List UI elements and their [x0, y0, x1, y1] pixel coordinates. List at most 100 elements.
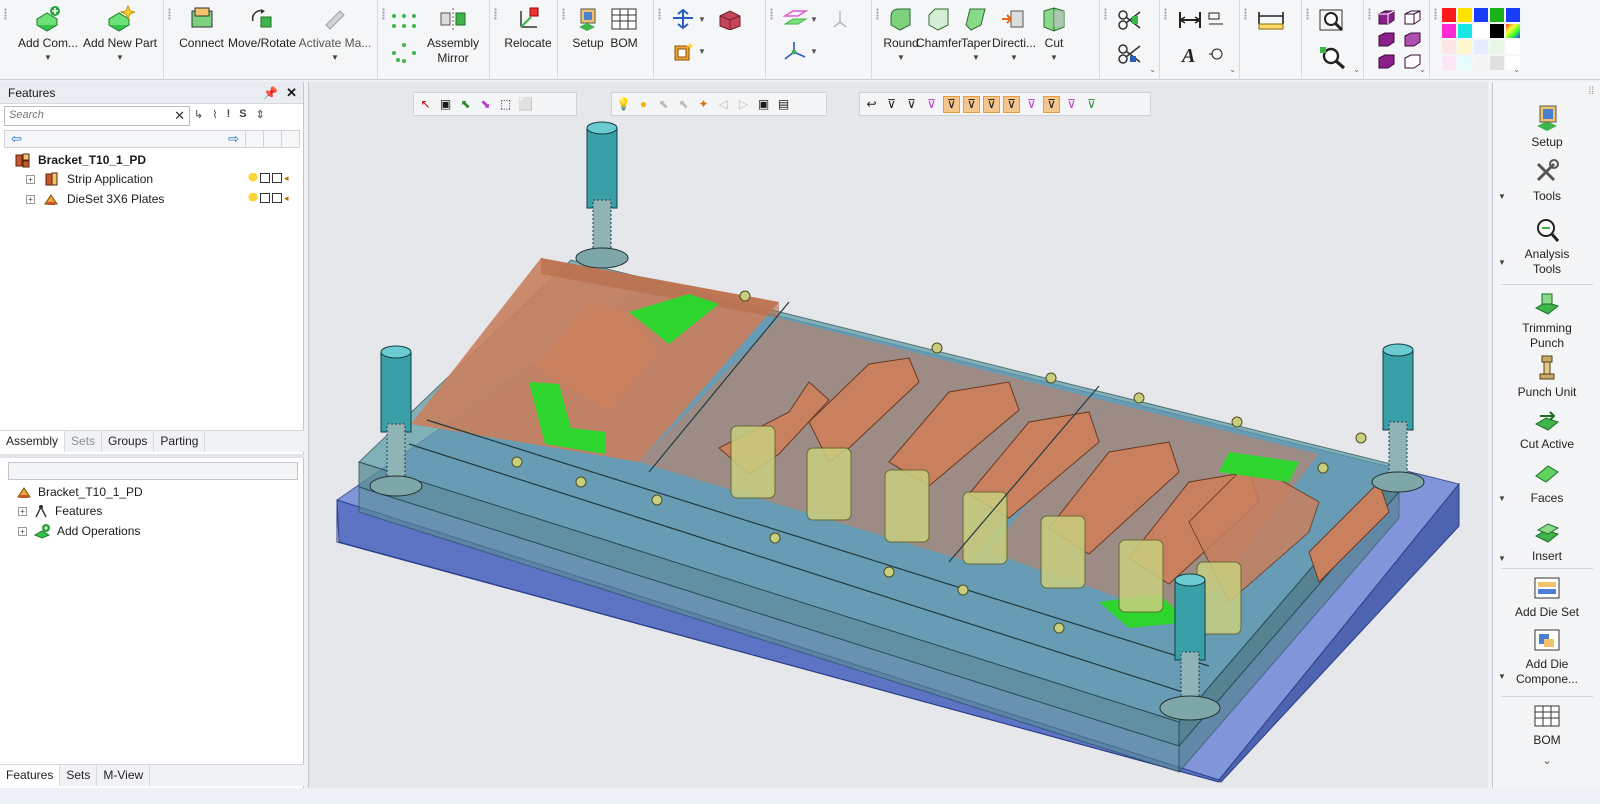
- insert-solid-button[interactable]: ▼: [670, 40, 742, 62]
- move-rotate-button[interactable]: Move/Rotate: [227, 4, 297, 78]
- tab-sets[interactable]: Sets: [60, 765, 98, 786]
- right-bom-button[interactable]: BOM: [1493, 702, 1600, 748]
- copy-icon[interactable]: [272, 193, 282, 203]
- filter-icon[interactable]: ⌇: [212, 108, 217, 121]
- expand-more-icon[interactable]: ⌄: [1493, 754, 1600, 767]
- connect-button[interactable]: Connect: [176, 4, 227, 78]
- setup-button[interactable]: Setup: [570, 4, 606, 78]
- chevron-down-icon[interactable]: ▼: [331, 53, 339, 62]
- view-icon[interactable]: [260, 193, 270, 203]
- search-input[interactable]: Search ✕: [4, 106, 190, 126]
- chevron-down-icon[interactable]: ▼: [1498, 192, 1506, 201]
- right-analysis-tools-button[interactable]: Analysis Tools: [1493, 216, 1600, 277]
- ribbon-group-planes: ▼ ▼: [766, 0, 872, 80]
- expand-icon[interactable]: +: [26, 194, 35, 204]
- taper-button[interactable]: Taper ▼: [960, 4, 992, 78]
- s-filter-icon[interactable]: S: [239, 108, 246, 121]
- chevron-down-icon[interactable]: ▼: [44, 53, 52, 62]
- axis-icon[interactable]: [830, 8, 850, 30]
- search-zoom-icon[interactable]: [1318, 44, 1348, 70]
- right-punch-unit-button[interactable]: Punch Unit: [1493, 354, 1600, 400]
- chevron-down-icon[interactable]: ▼: [116, 53, 124, 62]
- grip-icon[interactable]: ⁞⁞: [1588, 86, 1594, 97]
- linear-pattern-icon[interactable]: [390, 12, 418, 32]
- view-icon[interactable]: [260, 173, 270, 183]
- close-icon[interactable]: ✕: [286, 85, 297, 101]
- back-arrow-icon[interactable]: ⇦: [5, 131, 28, 147]
- measure-icon[interactable]: [1256, 8, 1286, 32]
- trim-icon[interactable]: [1116, 42, 1144, 66]
- right-tools-button[interactable]: Tools: [1493, 158, 1600, 204]
- filter-icon[interactable]: ↳: [194, 108, 203, 121]
- forward-arrow-icon[interactable]: ⇨: [222, 131, 245, 147]
- chevron-down-icon[interactable]: ▼: [1498, 554, 1506, 563]
- assembly-mirror-button[interactable]: Assembly Mirror: [422, 4, 484, 78]
- tab-parting[interactable]: Parting: [154, 431, 206, 452]
- balloon-icon[interactable]: [1206, 44, 1226, 64]
- tab-features[interactable]: Features: [0, 765, 61, 786]
- view-cube-icon[interactable]: [1376, 8, 1396, 26]
- link-icon[interactable]: ◂: [284, 193, 294, 203]
- tab-sets[interactable]: Sets: [65, 431, 103, 452]
- link-icon[interactable]: ◂: [284, 173, 294, 183]
- zoom-icon[interactable]: [1318, 8, 1348, 34]
- solid-box-icon[interactable]: [716, 8, 742, 30]
- tab-assembly[interactable]: Assembly: [0, 431, 66, 452]
- smart-dimension-icon[interactable]: [1206, 10, 1226, 30]
- right-add-die-set-button[interactable]: Add Die Set: [1493, 574, 1600, 620]
- split-icon[interactable]: [1116, 8, 1144, 32]
- bom-button[interactable]: BOM: [606, 4, 642, 78]
- direct-edit-button[interactable]: Directi... ▼: [992, 4, 1036, 78]
- add-component-button[interactable]: Add Com... ▼: [12, 4, 84, 78]
- add-new-part-button[interactable]: Add New Part ▼: [83, 4, 157, 78]
- process-tree-root[interactable]: Bracket_T10_1_PD: [16, 484, 143, 500]
- bom-icon: [1534, 705, 1560, 727]
- panel-splitter[interactable]: [0, 454, 304, 458]
- expand-icon[interactable]: +: [18, 506, 27, 516]
- chevron-down-icon[interactable]: ▼: [1498, 672, 1506, 681]
- chamfer-button[interactable]: Chamfer: [916, 4, 962, 78]
- right-setup-button[interactable]: Setup: [1493, 102, 1600, 150]
- round-button[interactable]: Round ▼: [883, 4, 919, 78]
- expand-icon[interactable]: +: [18, 526, 27, 536]
- datum-plane-button[interactable]: ▼: [782, 8, 850, 30]
- view-cube-icon[interactable]: [1402, 8, 1422, 26]
- text-annotation-icon[interactable]: A: [1176, 42, 1204, 66]
- move-face-button[interactable]: ▼: [670, 8, 742, 30]
- 3d-viewport[interactable]: ↖ ▣ ⬉ ⬊ ⬚ ⬜ 💡 ● ⬉ ⬉ ✦ ◁ ▷ ▣ ▤ ↩ ⊽ ⊽ ⊽ ⊽ …: [308, 82, 1488, 788]
- exclamation-icon[interactable]: !: [227, 108, 231, 121]
- tree-root[interactable]: Bracket_T10_1_PD: [14, 152, 146, 168]
- process-filter-field[interactable]: [8, 462, 298, 480]
- process-tree-item-features[interactable]: + Features: [18, 503, 102, 519]
- right-insert-button[interactable]: Insert: [1493, 518, 1600, 564]
- right-cut-active-button[interactable]: Cut Active: [1493, 406, 1600, 452]
- color-palette[interactable]: [1442, 8, 1520, 70]
- pin-icon[interactable]: 📌: [263, 86, 278, 100]
- tab-m-view[interactable]: M-View: [97, 765, 151, 786]
- circular-pattern-icon[interactable]: [390, 42, 418, 64]
- copy-icon[interactable]: [272, 173, 282, 183]
- chevron-down-icon[interactable]: ▼: [1498, 258, 1506, 267]
- sort-icon[interactable]: ⇕: [256, 108, 265, 121]
- tab-groups[interactable]: Groups: [102, 431, 155, 452]
- chevron-down-icon[interactable]: ▼: [1498, 494, 1506, 503]
- tree-item-dieset[interactable]: + DieSet 3X6 Plates: [26, 191, 164, 207]
- process-tree-item-add-operations[interactable]: + Add Operations: [18, 523, 140, 539]
- right-faces-button[interactable]: Faces: [1493, 460, 1600, 506]
- cut-button[interactable]: Cut ▼: [1036, 4, 1072, 78]
- right-add-die-component-button[interactable]: Add Die Compone...: [1493, 626, 1600, 687]
- view-cube-icon[interactable]: [1376, 30, 1396, 48]
- tree-item-strip-application[interactable]: + Strip Application: [26, 171, 153, 187]
- view-cube-icon[interactable]: [1376, 52, 1396, 70]
- right-trimming-punch-button[interactable]: Trimming Punch: [1493, 290, 1600, 351]
- move-rotate-icon: [246, 4, 278, 34]
- dimension-icon[interactable]: [1176, 8, 1204, 32]
- view-cube-icon[interactable]: [1402, 30, 1422, 48]
- clear-search-icon[interactable]: ✕: [174, 108, 185, 124]
- coordinate-system-button[interactable]: ▼: [782, 40, 850, 62]
- activate-button[interactable]: Activate Ma... ▼: [297, 4, 373, 78]
- light-bulb-icon[interactable]: [248, 173, 258, 183]
- expand-icon[interactable]: +: [26, 174, 35, 184]
- relocate-button[interactable]: Relocate: [502, 4, 554, 78]
- light-bulb-icon[interactable]: [248, 193, 258, 203]
